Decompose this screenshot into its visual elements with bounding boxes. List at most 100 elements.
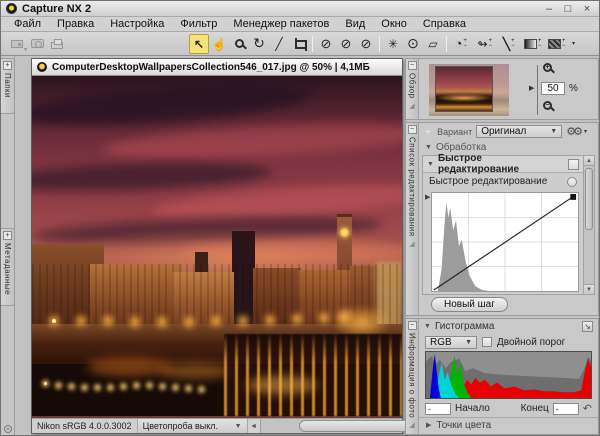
quick-fix-radio[interactable]	[567, 176, 577, 187]
navigator-view-rect[interactable]	[435, 66, 493, 112]
app-logo-icon	[6, 3, 17, 14]
left-tab-strip: + Папки + Метаданные	[1, 56, 15, 435]
zoom-in-icon[interactable]: +	[543, 63, 552, 72]
caret-icon[interactable]: ▾	[584, 128, 587, 135]
scroll-track[interactable]	[261, 419, 449, 433]
selection-brush-icon[interactable]: ╲ + −	[498, 34, 522, 54]
magnifier-glyph	[234, 39, 244, 48]
triangle-down-icon: ▼	[424, 323, 431, 330]
menu-batch[interactable]: Менеджер пакетов	[226, 18, 336, 30]
slider-marker-icon[interactable]: ▶	[529, 84, 534, 92]
menu-filter[interactable]: Фильтр	[173, 18, 224, 30]
zoom-out-icon[interactable]: −	[543, 101, 552, 110]
transfer-icon[interactable]: ▾	[7, 34, 27, 54]
navigator-tab-strip[interactable]: − Обзор ◢	[406, 59, 419, 119]
section-processing[interactable]: ▼ Обработка	[419, 140, 598, 154]
image-window-titlebar[interactable]: ComputerDesktopWallpapersCollection546_0…	[32, 59, 402, 76]
print-icon[interactable]	[47, 34, 67, 54]
dual-threshold-label: Двойной порог	[497, 336, 566, 348]
direct-select-tool-icon[interactable]: ↖	[189, 33, 209, 54]
crop-glyph	[294, 38, 307, 51]
expand-icon[interactable]: +	[3, 61, 12, 70]
neutral-control-point-icon[interactable]: ⊘	[336, 34, 356, 54]
tone-curve-editor[interactable]: ▶	[425, 192, 579, 292]
zoom-slider-track[interactable]	[537, 65, 538, 115]
black-control-point-icon[interactable]: ⊘	[316, 34, 336, 54]
burst-icon: ✳	[423, 124, 434, 139]
histogram-header[interactable]: ▼ Гистограмма ↘	[419, 319, 598, 334]
straighten-tool-icon[interactable]: ╱	[269, 34, 289, 54]
menu-view[interactable]: Вид	[338, 18, 372, 30]
chevron-down-icon: ▼	[550, 128, 558, 135]
end-input[interactable]: -	[552, 402, 579, 415]
percent-label: %	[569, 83, 578, 94]
curve-marker-icon[interactable]: ▶	[425, 193, 430, 201]
menu-window[interactable]: Окно	[374, 18, 414, 30]
color-control-point-icon[interactable]: ◔ + −	[450, 34, 474, 54]
scroll-left-icon[interactable]: ◄	[247, 419, 261, 433]
expand-panel-icon[interactable]: ↘	[582, 321, 593, 332]
photo-cloud	[32, 159, 273, 195]
minimize-button[interactable]: –	[542, 2, 556, 16]
horizontal-scrollbar[interactable]: ◄	[247, 419, 449, 433]
collapse-icon[interactable]: −	[407, 321, 417, 330]
selection-control-point-icon[interactable]: ↬ + −	[474, 34, 498, 54]
color-points-section[interactable]: ▶ Точки цвета	[419, 417, 598, 432]
zoom-percent-input[interactable]: 50	[541, 82, 565, 95]
reset-icon[interactable]: ↶	[583, 402, 592, 415]
hand-tool-icon[interactable]: ☝	[209, 34, 229, 54]
sidebar-tab-metadata[interactable]: + Метаданные	[1, 228, 15, 306]
menu-help[interactable]: Справка	[416, 18, 473, 30]
menu-adjust[interactable]: Настройка	[103, 18, 171, 30]
selection-fill-icon[interactable]: + −	[546, 34, 570, 54]
menu-file[interactable]: Файл	[7, 18, 48, 30]
variant-label: Вариант	[437, 126, 473, 137]
photo-canvas[interactable]	[32, 76, 402, 418]
menu-edit[interactable]: Правка	[50, 18, 101, 30]
maximize-button[interactable]: □	[561, 2, 575, 16]
quick-fix-checkbox[interactable]	[568, 158, 579, 170]
rotate-tool-icon[interactable]: ↻	[249, 34, 269, 54]
photo-info-panel: − Информация о фото ◢ ▼ Гистограмма ↘ RG…	[405, 318, 599, 435]
zoom-tool-icon[interactable]	[229, 34, 249, 54]
quick-fix-header[interactable]: ▼ Быстрое редактирование	[423, 153, 583, 175]
crop-tool-icon[interactable]	[289, 34, 309, 54]
start-input[interactable]: -	[425, 402, 451, 415]
channel-dropdown[interactable]: RGB ▼	[425, 335, 477, 349]
scroll-down-icon[interactable]: ▼	[584, 284, 594, 294]
eraser-icon[interactable]: ▱	[423, 34, 443, 54]
soft-proof-dropdown[interactable]: Цветопроба выкл. ▼	[137, 419, 248, 433]
toolbar-overflow-caret[interactable]: ▾	[572, 40, 575, 47]
scroll-up-icon[interactable]: ▲	[584, 156, 594, 166]
camera-settings-icon[interactable]	[27, 34, 47, 54]
expand-icon[interactable]: +	[3, 231, 12, 240]
auto-retouch-brush-icon[interactable]: ✳	[383, 34, 403, 54]
quick-fix-subrow[interactable]: Быстрое редактирование	[423, 173, 583, 190]
sidebar-tab-folders[interactable]: + Папки	[1, 58, 15, 114]
scroll-track[interactable]	[584, 166, 594, 284]
settings-gears-icon[interactable]: ⚙⚙	[566, 125, 583, 138]
settings-gear-icon[interactable]	[4, 425, 12, 433]
toolbar: ▾ ↖ ☝ ↻ ╱ ⊘ ⊘ ⊘ ✳ ⊙ ▱ ◔ + − ↬ + − ╲ + − + − + − …	[1, 32, 599, 56]
nx-file-icon	[37, 62, 47, 72]
start-label: Начало	[455, 403, 490, 414]
plus-minus-icon: + −	[511, 37, 515, 49]
variant-value: Оригинал	[481, 126, 527, 137]
collapse-icon[interactable]: −	[407, 61, 417, 70]
photo-reflection-glow	[247, 376, 317, 394]
collapse-icon[interactable]: −	[407, 125, 417, 134]
photo-info-tab-strip[interactable]: − Информация о фото ◢	[406, 319, 419, 434]
new-step-button[interactable]: Новый шаг	[431, 297, 508, 312]
edit-list-scrollbar[interactable]: ▲ ▼	[583, 156, 594, 294]
variant-dropdown[interactable]: Оригинал ▼	[476, 125, 563, 138]
quick-fix-title: Быстрое редактирование	[437, 153, 520, 175]
grip-icon: ◢	[409, 240, 415, 248]
brush-glyph: ╲	[502, 36, 511, 51]
dual-threshold-checkbox[interactable]	[482, 337, 492, 347]
edit-list-tab-strip[interactable]: − Список редактирования ◢	[406, 123, 419, 315]
red-eye-icon[interactable]: ⊙	[403, 34, 423, 54]
selection-gradient-icon[interactable]: + −	[522, 34, 546, 54]
white-control-point-icon[interactable]: ⊘	[356, 34, 376, 54]
scroll-thumb[interactable]	[585, 168, 593, 230]
close-button[interactable]: ×	[580, 2, 594, 16]
